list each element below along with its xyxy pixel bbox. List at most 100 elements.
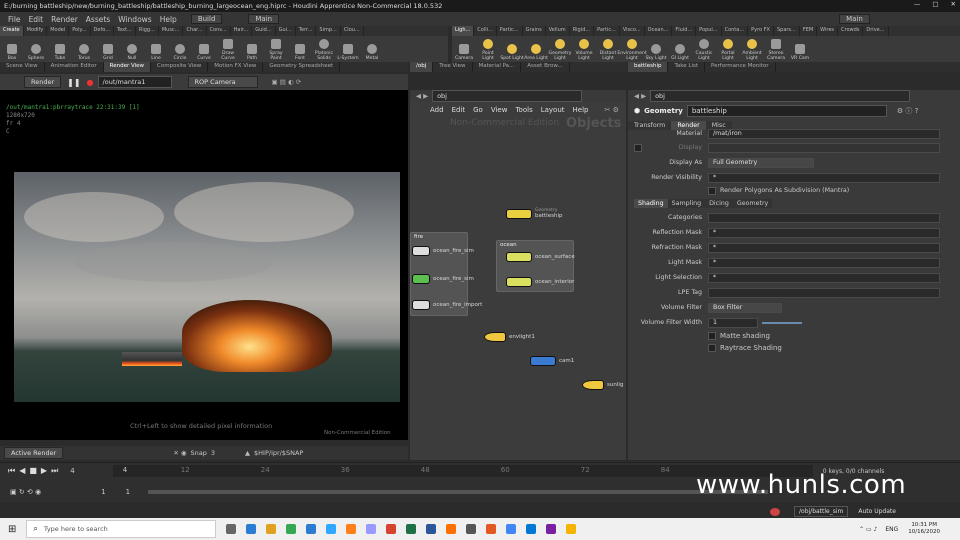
shelf-tab[interactable]: Visco...	[620, 26, 645, 36]
tool-ambient-light[interactable]: Ambient Light	[740, 36, 764, 62]
shelf-tab[interactable]: Hair...	[231, 26, 253, 36]
tab-material-palette[interactable]: Material Pa...	[473, 62, 522, 72]
shelf-tab[interactable]: Fluid...	[672, 26, 697, 36]
tool-spot-light[interactable]: Spot Light	[500, 36, 524, 62]
tool-circle[interactable]: Circle	[168, 36, 192, 62]
playback-controls-icon[interactable]: ⏮◀■▶⏭	[8, 466, 62, 476]
tray-icons[interactable]: ⌃ ▭ ♪	[859, 526, 877, 533]
tool-font[interactable]: Font	[288, 36, 312, 62]
tab-battleship[interactable]: battleship	[628, 62, 669, 72]
render-subd-checkbox[interactable]	[708, 186, 716, 195]
node-ocean-fire-sim-2[interactable]: ocean_fire_sim	[412, 274, 474, 284]
shelf-tab[interactable]: Terr...	[296, 26, 317, 36]
app-icon-6[interactable]	[566, 524, 577, 534]
net-menu-add[interactable]: Add	[430, 106, 444, 114]
display-as-select[interactable]: Full Geometry	[708, 157, 814, 168]
camera-snap-icon[interactable]: ✕ ◉	[173, 449, 186, 457]
shelf-tab[interactable]: Partic...	[497, 26, 523, 36]
shelf-tab-create[interactable]: Create	[0, 26, 24, 36]
file-explorer-icon[interactable]	[266, 524, 277, 534]
shelf-tab[interactable]: Poly...	[69, 26, 91, 36]
active-render-button[interactable]: Active Render	[4, 447, 64, 459]
snap-value[interactable]: 3	[211, 449, 215, 457]
display-checkbox[interactable]	[634, 143, 642, 152]
shelf-tab[interactable]: Model	[47, 26, 70, 36]
light-mask-field[interactable]: *	[708, 257, 940, 268]
network-editor[interactable]: ◀ ▶ obj Add Edit Go View Tools Layout He…	[410, 90, 626, 460]
net-menu-view[interactable]: View	[491, 106, 508, 114]
illustrator-icon[interactable]	[346, 524, 357, 534]
tab-composite-view[interactable]: Composite View	[151, 62, 209, 72]
shelf-tab[interactable]: Popul...	[696, 26, 722, 36]
menu-edit[interactable]: Edit	[29, 15, 44, 24]
render-button[interactable]: Render	[24, 76, 62, 88]
shelf-tab[interactable]: Wires	[817, 26, 839, 36]
photoshop-icon[interactable]	[326, 524, 337, 534]
range-controls-icon[interactable]: ▣ ↻ ⟲ ◉	[10, 488, 41, 496]
current-frame[interactable]: 4	[70, 467, 74, 475]
windows-start-icon[interactable]: ⊞	[8, 524, 16, 535]
tool-area-light[interactable]: Area Light	[524, 36, 548, 62]
node-envlight1[interactable]: envlight1	[484, 332, 535, 342]
clock[interactable]: 10:31 PM 10/16/2020	[908, 522, 940, 536]
node-ocean-surface[interactable]: ocean_surface	[506, 252, 575, 262]
shelf-tab[interactable]: Cons...	[207, 26, 231, 36]
tab-sampling[interactable]: Sampling	[667, 198, 706, 208]
render-visibility-field[interactable]: *	[708, 172, 940, 183]
shelf-tab[interactable]: Conta...	[722, 26, 749, 36]
net-menu-tools[interactable]: Tools	[515, 106, 532, 114]
close-button[interactable]: ✕	[951, 0, 956, 8]
desktop-main-right-select[interactable]: Main	[839, 14, 870, 24]
menu-file[interactable]: File	[8, 15, 21, 24]
tab-dicing[interactable]: Dicing	[705, 198, 733, 208]
tab-shading[interactable]: Shading	[634, 198, 668, 208]
net-path-field[interactable]: obj	[432, 90, 583, 102]
range-end[interactable]: 1	[126, 488, 130, 496]
desktop-main-select[interactable]: Main	[248, 14, 280, 24]
word-icon[interactable]	[426, 524, 437, 534]
tool-volume-light[interactable]: Volume Light	[572, 36, 596, 62]
material-field[interactable]: /mat/iron	[708, 128, 940, 139]
node-ocean-interior[interactable]: ocean_interior	[506, 277, 574, 287]
reflection-mask-field[interactable]: *	[708, 227, 940, 238]
raytrace-shading-checkbox[interactable]	[708, 343, 716, 352]
tool-sphere[interactable]: Sphere	[24, 36, 48, 62]
shelf-tab[interactable]: Drive...	[863, 26, 889, 36]
shelf-tab[interactable]: FEM	[800, 26, 818, 36]
snap-folder-icon[interactable]: ▲	[245, 449, 250, 457]
categories-field[interactable]	[708, 212, 940, 223]
tab-render-view[interactable]: Render View	[103, 62, 152, 72]
taskbar-search[interactable]: ⌕ Type here to search	[26, 520, 217, 538]
menu-help[interactable]: Help	[160, 15, 177, 24]
tool-tube[interactable]: Tube	[48, 36, 72, 62]
premiere-icon[interactable]	[366, 524, 377, 534]
tool-point-light[interactable]: Point Light	[476, 36, 500, 62]
language-indicator[interactable]: ENG	[885, 526, 898, 533]
refraction-mask-field[interactable]: *	[708, 242, 940, 253]
tab-take-list[interactable]: Take List	[668, 62, 706, 72]
tab-asset-browser[interactable]: Asset Brow...	[521, 62, 570, 72]
matte-shading-checkbox[interactable]	[708, 331, 716, 340]
node-battleship[interactable]: Geometry battleship	[506, 208, 562, 219]
shelf-tab[interactable]: Crowds	[838, 26, 864, 36]
menu-assets[interactable]: Assets	[86, 15, 110, 24]
tab-obj[interactable]: /obj	[410, 62, 434, 72]
pause-icon[interactable]: ❚❚	[67, 78, 80, 87]
app-icon-4[interactable]	[526, 524, 537, 534]
app-icon-3[interactable]	[506, 524, 517, 534]
edge-icon[interactable]	[246, 524, 257, 534]
back-icon[interactable]: ◀ ▶	[416, 92, 428, 100]
houdini-icon[interactable]	[446, 524, 457, 534]
task-view-icon[interactable]	[226, 524, 237, 534]
tool-torus[interactable]: Torus	[72, 36, 96, 62]
tool-gi-light[interactable]: GI Light	[668, 36, 692, 62]
param-path-field[interactable]: obj	[650, 90, 911, 102]
tab-tree-view[interactable]: Tree View	[433, 62, 473, 72]
node-sunlight[interactable]: sunlig	[582, 380, 623, 390]
camera-select[interactable]: ROP Camera	[187, 76, 258, 88]
status-path[interactable]: /obj/battle_sim	[794, 506, 849, 517]
tool-platonic[interactable]: Platonic Solids	[312, 36, 336, 62]
range-slider[interactable]	[148, 490, 769, 494]
tool-null[interactable]: Null	[120, 36, 144, 62]
app-icon-5[interactable]	[546, 524, 557, 534]
